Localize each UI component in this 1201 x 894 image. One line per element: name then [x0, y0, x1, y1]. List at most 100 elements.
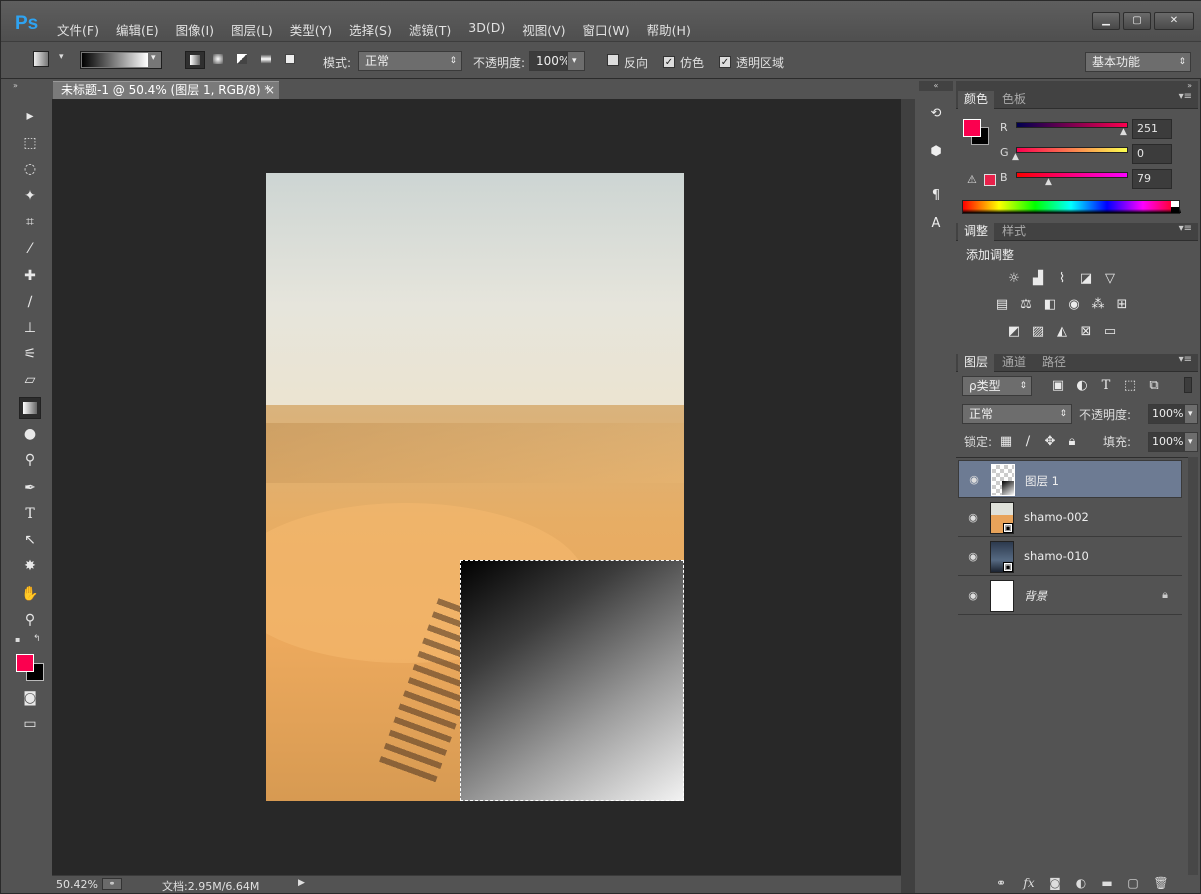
dodge-tool-icon[interactable]: ⚲	[19, 449, 41, 471]
dither-check-icon[interactable]: ✓	[663, 56, 675, 68]
menu-edit[interactable]: 编辑(E)	[116, 20, 159, 39]
link-layers-icon[interactable]: ⚭	[993, 875, 1009, 891]
menu-layer[interactable]: 图层(L)	[231, 20, 273, 39]
layer-row-background[interactable]: ◉ 背景 🔒︎	[958, 577, 1182, 615]
menu-type[interactable]: 类型(Y)	[290, 20, 332, 39]
r-value-input[interactable]: 251	[1132, 119, 1172, 139]
lock-transparent-icon[interactable]: ▦	[998, 434, 1014, 450]
selective-color-icon[interactable]: ⊠	[1078, 324, 1094, 340]
opacity-dropdown-icon[interactable]: ▾	[567, 51, 585, 71]
transparency-check-icon[interactable]: ✓	[719, 56, 731, 68]
path-selection-tool-icon[interactable]: ↖	[19, 529, 41, 551]
pen-tool-icon[interactable]: ✒	[19, 477, 41, 499]
quick-mask-icon[interactable]: ◙	[19, 687, 41, 709]
layer-name[interactable]: shamo-002	[1024, 510, 1089, 524]
dock-collapse-icon[interactable]: «	[919, 81, 953, 91]
status-preview-icon[interactable]: ⚭	[102, 878, 122, 890]
g-slider-handle-icon[interactable]: ▲	[1012, 152, 1019, 162]
mode-select[interactable]: 正常 ⇕	[358, 51, 462, 71]
magic-wand-tool-icon[interactable]: ✦	[19, 185, 41, 207]
posterize-icon[interactable]: ▨	[1030, 324, 1046, 340]
reverse-checkbox-box[interactable]	[607, 54, 619, 66]
reverse-checkbox[interactable]	[607, 54, 619, 69]
tab-styles[interactable]: 样式	[996, 223, 1032, 241]
angle-gradient-button[interactable]	[233, 51, 253, 69]
default-colors-icon[interactable]: ▪	[15, 635, 25, 645]
maximize-button[interactable]: ▢	[1123, 12, 1151, 30]
threshold-icon[interactable]: ◭	[1054, 324, 1070, 340]
layer-opacity-input[interactable]: 100%	[1148, 404, 1184, 424]
layer-row-shamo-002[interactable]: ◉ ▣ shamo-002	[958, 499, 1182, 537]
history-panel-icon[interactable]: ⟲	[925, 103, 947, 125]
menu-help[interactable]: 帮助(H)	[647, 20, 691, 39]
document-canvas[interactable]	[266, 173, 684, 801]
filter-type-icon[interactable]: T	[1098, 378, 1114, 394]
hand-tool-icon[interactable]: ✋	[19, 583, 41, 605]
zoom-level[interactable]: 50.42%	[56, 878, 98, 891]
filter-smart-object-icon[interactable]: ⧉	[1146, 378, 1162, 394]
layer-name[interactable]: shamo-010	[1024, 549, 1089, 563]
color-balance-icon[interactable]: ⚖	[1018, 297, 1034, 313]
dither-checkbox[interactable]: ✓	[663, 54, 675, 68]
minimize-button[interactable]: ▁	[1092, 12, 1120, 30]
menu-3d[interactable]: 3D(D)	[468, 20, 505, 39]
r-slider-handle-icon[interactable]: ▲	[1120, 127, 1127, 137]
tab-channels[interactable]: 通道	[996, 354, 1032, 372]
toolbar-collapse-icon[interactable]: »	[13, 81, 47, 91]
delete-layer-icon[interactable]: 🗑︎	[1153, 875, 1169, 891]
color-panel-menu-icon[interactable]: ▾≡	[1179, 91, 1192, 102]
radial-gradient-button[interactable]	[209, 51, 229, 69]
curves-icon[interactable]: ⌇	[1054, 271, 1070, 287]
color-spectrum-bar[interactable]	[962, 200, 1181, 214]
filter-shape-icon[interactable]: ⬚	[1122, 378, 1138, 394]
menu-window[interactable]: 窗口(W)	[583, 20, 630, 39]
layer-row-layer1[interactable]: ◉ 图层 1	[958, 460, 1182, 498]
brush-tool-icon[interactable]: ∕	[19, 291, 41, 313]
foreground-color-swatch[interactable]	[16, 654, 34, 672]
layer-style-icon[interactable]: fx	[1021, 875, 1037, 891]
lock-position-icon[interactable]: ✥	[1042, 434, 1058, 450]
color-lookup-icon[interactable]: ⊞	[1114, 297, 1130, 313]
character-panel-icon[interactable]: A	[925, 213, 947, 235]
r-slider[interactable]	[1016, 122, 1128, 128]
tab-swatches[interactable]: 色板	[996, 91, 1032, 109]
shape-tool-icon[interactable]: ✸	[19, 555, 41, 577]
healing-brush-tool-icon[interactable]: ✚	[19, 265, 41, 287]
move-tool-icon[interactable]: ▸	[19, 105, 41, 127]
panels-collapse-icon[interactable]: »	[956, 81, 1198, 91]
vibrance-icon[interactable]: ▽	[1102, 271, 1118, 287]
layer-name[interactable]: 背景	[1024, 588, 1047, 604]
close-button[interactable]: ✕	[1154, 12, 1194, 30]
visibility-eye-icon[interactable]: ◉	[966, 589, 980, 603]
background-thumbnail[interactable]	[990, 580, 1014, 612]
gamut-color-swatch[interactable]	[984, 174, 996, 186]
menu-view[interactable]: 视图(V)	[522, 20, 565, 39]
filter-toggle[interactable]	[1184, 377, 1192, 393]
hue-saturation-icon[interactable]: ▤	[994, 297, 1010, 313]
document-close-icon[interactable]: ×	[265, 82, 275, 99]
eraser-tool-icon[interactable]: ▱	[19, 369, 41, 391]
tool-preset-arrow-icon[interactable]: ▾	[59, 52, 64, 62]
transparency-checkbox[interactable]: ✓	[719, 54, 731, 68]
b-slider[interactable]	[1016, 172, 1128, 178]
exposure-icon[interactable]: ◪	[1078, 271, 1094, 287]
color-panel-fg-swatch[interactable]	[963, 119, 981, 137]
document-tab[interactable]: 未标题-1 @ 50.4% (图层 1, RGB/8) * ×	[53, 81, 279, 99]
new-group-icon[interactable]: ▬	[1099, 875, 1115, 891]
b-value-input[interactable]: 79	[1132, 169, 1172, 189]
levels-icon[interactable]: ▟	[1030, 271, 1046, 287]
layer-name[interactable]: 图层 1	[1025, 472, 1059, 490]
lock-all-icon[interactable]: 🔒︎	[1064, 434, 1080, 450]
invert-icon[interactable]: ◩	[1006, 324, 1022, 340]
canvas-scrollbar[interactable]	[901, 99, 915, 893]
tab-layers[interactable]: 图层	[958, 354, 995, 372]
brightness-contrast-icon[interactable]: ☼	[1006, 271, 1022, 287]
layer1-thumbnail[interactable]	[991, 464, 1015, 496]
history-brush-tool-icon[interactable]: ⚟	[19, 343, 41, 365]
lock-image-icon[interactable]: ∕	[1020, 434, 1036, 450]
lasso-tool-icon[interactable]: ◌	[19, 158, 41, 180]
linear-gradient-button[interactable]	[185, 51, 205, 69]
gradient-tool-icon[interactable]	[33, 51, 49, 67]
status-menu-arrow-icon[interactable]: ▶	[298, 878, 305, 888]
filter-adjustment-icon[interactable]: ◐	[1074, 378, 1090, 394]
